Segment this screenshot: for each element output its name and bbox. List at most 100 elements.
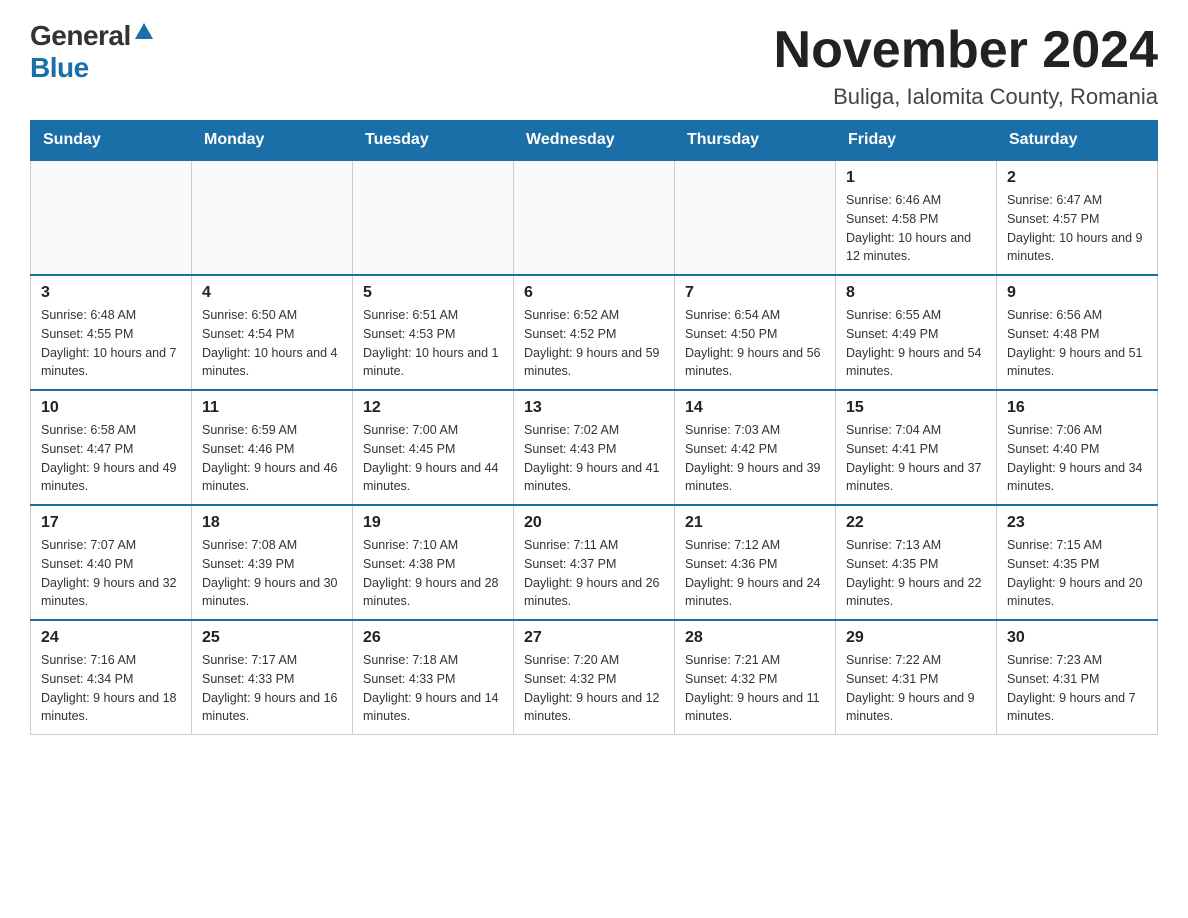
day-info: Sunrise: 7:13 AMSunset: 4:35 PMDaylight:… xyxy=(846,536,986,611)
day-info: Sunrise: 7:21 AMSunset: 4:32 PMDaylight:… xyxy=(685,651,825,726)
calendar-week-3: 10 Sunrise: 6:58 AMSunset: 4:47 PMDayligh… xyxy=(31,390,1158,505)
day-number: 25 xyxy=(202,629,342,647)
calendar-cell: 7 Sunrise: 6:54 AMSunset: 4:50 PMDaylight… xyxy=(675,275,836,390)
day-info: Sunrise: 6:46 AMSunset: 4:58 PMDaylight:… xyxy=(846,191,986,266)
day-number: 23 xyxy=(1007,514,1147,532)
calendar-cell: 18Sunrise: 7:08 AMSunset: 4:39 PMDayligh… xyxy=(192,505,353,620)
day-number: 8 xyxy=(846,284,986,302)
day-number: 17 xyxy=(41,514,181,532)
day-number: 22 xyxy=(846,514,986,532)
calendar-cell xyxy=(514,160,675,275)
calendar-cell: 15 Sunrise: 7:04 AMSunset: 4:41 PMDayligh… xyxy=(836,390,997,505)
calendar-week-5: 24Sunrise: 7:16 AMSunset: 4:34 PMDayligh… xyxy=(31,620,1158,735)
calendar-cell: 23 Sunrise: 7:15 AMSunset: 4:35 PMDayligh… xyxy=(997,505,1158,620)
calendar-cell: 25 Sunrise: 7:17 AMSunset: 4:33 PMDayligh… xyxy=(192,620,353,735)
day-info: Sunrise: 7:18 AMSunset: 4:33 PMDaylight:… xyxy=(363,651,503,726)
day-info: Sunrise: 7:22 AMSunset: 4:31 PMDaylight:… xyxy=(846,651,986,726)
calendar-cell: 2Sunrise: 6:47 AMSunset: 4:57 PMDaylight… xyxy=(997,160,1158,275)
calendar-cell: 22 Sunrise: 7:13 AMSunset: 4:35 PMDayligh… xyxy=(836,505,997,620)
day-number: 3 xyxy=(41,284,181,302)
day-number: 7 xyxy=(685,284,825,302)
calendar-cell: 28Sunrise: 7:21 AMSunset: 4:32 PMDayligh… xyxy=(675,620,836,735)
page-header: General Blue November 2024 Buliga, Ialom… xyxy=(30,20,1158,110)
day-info: Sunrise: 7:00 AMSunset: 4:45 PMDaylight:… xyxy=(363,421,503,496)
calendar-cell: 21Sunrise: 7:12 AMSunset: 4:36 PMDayligh… xyxy=(675,505,836,620)
calendar-cell: 19 Sunrise: 7:10 AMSunset: 4:38 PMDayligh… xyxy=(353,505,514,620)
day-number: 6 xyxy=(524,284,664,302)
logo-blue-text: Blue xyxy=(30,52,89,84)
logo-triangle-icon xyxy=(133,21,155,43)
day-number: 12 xyxy=(363,399,503,417)
calendar-cell xyxy=(353,160,514,275)
calendar-cell xyxy=(675,160,836,275)
day-number: 13 xyxy=(524,399,664,417)
day-info: Sunrise: 7:06 AMSunset: 4:40 PMDaylight:… xyxy=(1007,421,1147,496)
day-number: 5 xyxy=(363,284,503,302)
calendar-cell: 4 Sunrise: 6:50 AMSunset: 4:54 PMDaylight… xyxy=(192,275,353,390)
day-number: 15 xyxy=(846,399,986,417)
day-info: Sunrise: 7:02 AMSunset: 4:43 PMDaylight:… xyxy=(524,421,664,496)
calendar-cell: 5 Sunrise: 6:51 AMSunset: 4:53 PMDaylight… xyxy=(353,275,514,390)
calendar-cell: 12 Sunrise: 7:00 AMSunset: 4:45 PMDayligh… xyxy=(353,390,514,505)
calendar-cell: 16 Sunrise: 7:06 AMSunset: 4:40 PMDayligh… xyxy=(997,390,1158,505)
day-info: Sunrise: 6:48 AMSunset: 4:55 PMDaylight:… xyxy=(41,306,181,381)
calendar-cell: 26 Sunrise: 7:18 AMSunset: 4:33 PMDayligh… xyxy=(353,620,514,735)
calendar-cell: 6 Sunrise: 6:52 AMSunset: 4:52 PMDaylight… xyxy=(514,275,675,390)
day-number: 21 xyxy=(685,514,825,532)
day-number: 16 xyxy=(1007,399,1147,417)
day-info: Sunrise: 7:11 AMSunset: 4:37 PMDaylight:… xyxy=(524,536,664,611)
day-info: Sunrise: 7:17 AMSunset: 4:33 PMDaylight:… xyxy=(202,651,342,726)
calendar-cell: 20Sunrise: 7:11 AMSunset: 4:37 PMDayligh… xyxy=(514,505,675,620)
logo: General Blue xyxy=(30,20,155,84)
calendar-table: SundayMondayTuesdayWednesdayThursdayFrid… xyxy=(30,120,1158,735)
day-info: Sunrise: 7:23 AMSunset: 4:31 PMDaylight:… xyxy=(1007,651,1147,726)
day-info: Sunrise: 6:54 AMSunset: 4:50 PMDaylight:… xyxy=(685,306,825,381)
day-number: 4 xyxy=(202,284,342,302)
day-number: 11 xyxy=(202,399,342,417)
calendar-week-4: 17 Sunrise: 7:07 AMSunset: 4:40 PMDayligh… xyxy=(31,505,1158,620)
calendar-header-row: SundayMondayTuesdayWednesdayThursdayFrid… xyxy=(31,121,1158,161)
calendar-cell: 11Sunrise: 6:59 AMSunset: 4:46 PMDayligh… xyxy=(192,390,353,505)
logo-general-text: General xyxy=(30,20,131,52)
day-number: 26 xyxy=(363,629,503,647)
day-info: Sunrise: 6:55 AMSunset: 4:49 PMDaylight:… xyxy=(846,306,986,381)
day-number: 14 xyxy=(685,399,825,417)
calendar-cell: 3 Sunrise: 6:48 AMSunset: 4:55 PMDaylight… xyxy=(31,275,192,390)
day-info: Sunrise: 6:56 AMSunset: 4:48 PMDaylight:… xyxy=(1007,306,1147,381)
day-info: Sunrise: 6:50 AMSunset: 4:54 PMDaylight:… xyxy=(202,306,342,381)
calendar-header-monday: Monday xyxy=(192,121,353,161)
day-number: 19 xyxy=(363,514,503,532)
calendar-cell: 24Sunrise: 7:16 AMSunset: 4:34 PMDayligh… xyxy=(31,620,192,735)
title-section: November 2024 Buliga, Ialomita County, R… xyxy=(774,20,1158,110)
calendar-week-2: 3 Sunrise: 6:48 AMSunset: 4:55 PMDaylight… xyxy=(31,275,1158,390)
calendar-cell: 14Sunrise: 7:03 AMSunset: 4:42 PMDayligh… xyxy=(675,390,836,505)
calendar-cell: 30 Sunrise: 7:23 AMSunset: 4:31 PMDayligh… xyxy=(997,620,1158,735)
day-info: Sunrise: 6:47 AMSunset: 4:57 PMDaylight:… xyxy=(1007,191,1147,266)
day-number: 10 xyxy=(41,399,181,417)
day-info: Sunrise: 6:51 AMSunset: 4:53 PMDaylight:… xyxy=(363,306,503,381)
calendar-cell: 13 Sunrise: 7:02 AMSunset: 4:43 PMDayligh… xyxy=(514,390,675,505)
day-number: 29 xyxy=(846,629,986,647)
day-number: 27 xyxy=(524,629,664,647)
calendar-cell xyxy=(192,160,353,275)
day-info: Sunrise: 7:04 AMSunset: 4:41 PMDaylight:… xyxy=(846,421,986,496)
day-number: 24 xyxy=(41,629,181,647)
calendar-cell: 27Sunrise: 7:20 AMSunset: 4:32 PMDayligh… xyxy=(514,620,675,735)
calendar-header-saturday: Saturday xyxy=(997,121,1158,161)
day-info: Sunrise: 7:07 AMSunset: 4:40 PMDaylight:… xyxy=(41,536,181,611)
calendar-cell: 10 Sunrise: 6:58 AMSunset: 4:47 PMDayligh… xyxy=(31,390,192,505)
calendar-header-sunday: Sunday xyxy=(31,121,192,161)
calendar-header-thursday: Thursday xyxy=(675,121,836,161)
calendar-cell: 29 Sunrise: 7:22 AMSunset: 4:31 PMDayligh… xyxy=(836,620,997,735)
calendar-cell: 9Sunrise: 6:56 AMSunset: 4:48 PMDaylight… xyxy=(997,275,1158,390)
calendar-cell xyxy=(31,160,192,275)
calendar-header-wednesday: Wednesday xyxy=(514,121,675,161)
day-info: Sunrise: 6:52 AMSunset: 4:52 PMDaylight:… xyxy=(524,306,664,381)
day-info: Sunrise: 7:10 AMSunset: 4:38 PMDaylight:… xyxy=(363,536,503,611)
calendar-cell: 1Sunrise: 6:46 AMSunset: 4:58 PMDaylight… xyxy=(836,160,997,275)
day-number: 30 xyxy=(1007,629,1147,647)
month-title: November 2024 xyxy=(774,20,1158,80)
day-info: Sunrise: 7:15 AMSunset: 4:35 PMDaylight:… xyxy=(1007,536,1147,611)
day-info: Sunrise: 6:58 AMSunset: 4:47 PMDaylight:… xyxy=(41,421,181,496)
calendar-cell: 17 Sunrise: 7:07 AMSunset: 4:40 PMDayligh… xyxy=(31,505,192,620)
